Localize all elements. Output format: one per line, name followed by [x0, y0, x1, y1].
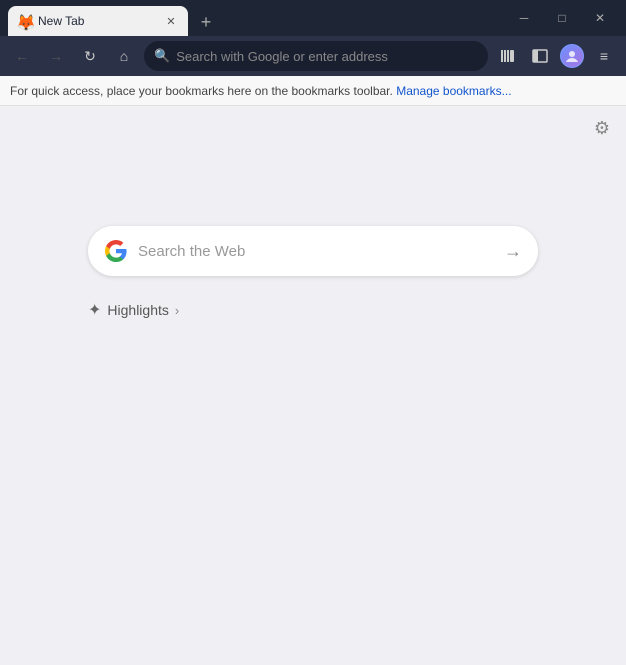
menu-button[interactable]: ≡: [590, 42, 618, 70]
title-bar: 🦊 New Tab ✕ + ─ □ ✕: [0, 0, 626, 36]
address-bar[interactable]: 🔍: [144, 41, 488, 71]
toolbar: ← → ↻ ⌂ 🔍: [0, 36, 626, 76]
profile-avatar: [560, 44, 584, 68]
back-button[interactable]: ←: [8, 42, 36, 70]
new-tab-button[interactable]: +: [192, 8, 220, 36]
highlights-chevron-icon: ›: [175, 303, 179, 318]
sidebar-icon: [532, 48, 548, 64]
tab-group: 🦊 New Tab ✕ +: [8, 0, 506, 36]
google-search-arrow-button[interactable]: →: [504, 241, 522, 262]
google-search-box[interactable]: →: [88, 226, 538, 276]
minimize-button[interactable]: ─: [506, 0, 542, 36]
address-search-icon: 🔍: [154, 48, 170, 64]
tab-close-button[interactable]: ✕: [162, 12, 180, 30]
search-area: → ✦ Highlights ›: [88, 226, 538, 320]
active-tab[interactable]: 🦊 New Tab ✕: [8, 6, 188, 36]
library-button[interactable]: [494, 42, 522, 70]
close-button[interactable]: ✕: [582, 0, 618, 36]
highlights-label: Highlights: [107, 302, 168, 318]
window-controls: ─ □ ✕: [506, 0, 618, 36]
profile-icon-svg: [565, 49, 579, 63]
tab-favicon: 🦊: [16, 13, 32, 29]
google-search-input[interactable]: [138, 243, 494, 260]
main-content: ⚙ → ✦ Highlights ›: [0, 106, 626, 665]
highlights-section[interactable]: ✦ Highlights ›: [88, 300, 179, 320]
forward-button[interactable]: →: [42, 42, 70, 70]
toolbar-icons: ≡: [494, 42, 618, 70]
tab-title: New Tab: [38, 14, 156, 28]
settings-gear-button[interactable]: ⚙: [594, 118, 610, 139]
reload-button[interactable]: ↻: [76, 42, 104, 70]
sidebar-button[interactable]: [526, 42, 554, 70]
highlights-icon: ✦: [88, 300, 101, 320]
library-icon: [500, 48, 516, 64]
manage-bookmarks-link[interactable]: Manage bookmarks...: [396, 84, 511, 98]
address-input[interactable]: [176, 49, 478, 64]
home-button[interactable]: ⌂: [110, 42, 138, 70]
bookmarks-bar-text: For quick access, place your bookmarks h…: [10, 84, 393, 98]
profile-button[interactable]: [558, 42, 586, 70]
bookmarks-bar: For quick access, place your bookmarks h…: [0, 76, 626, 106]
maximize-button[interactable]: □: [544, 0, 580, 36]
google-logo-icon: [104, 239, 128, 263]
